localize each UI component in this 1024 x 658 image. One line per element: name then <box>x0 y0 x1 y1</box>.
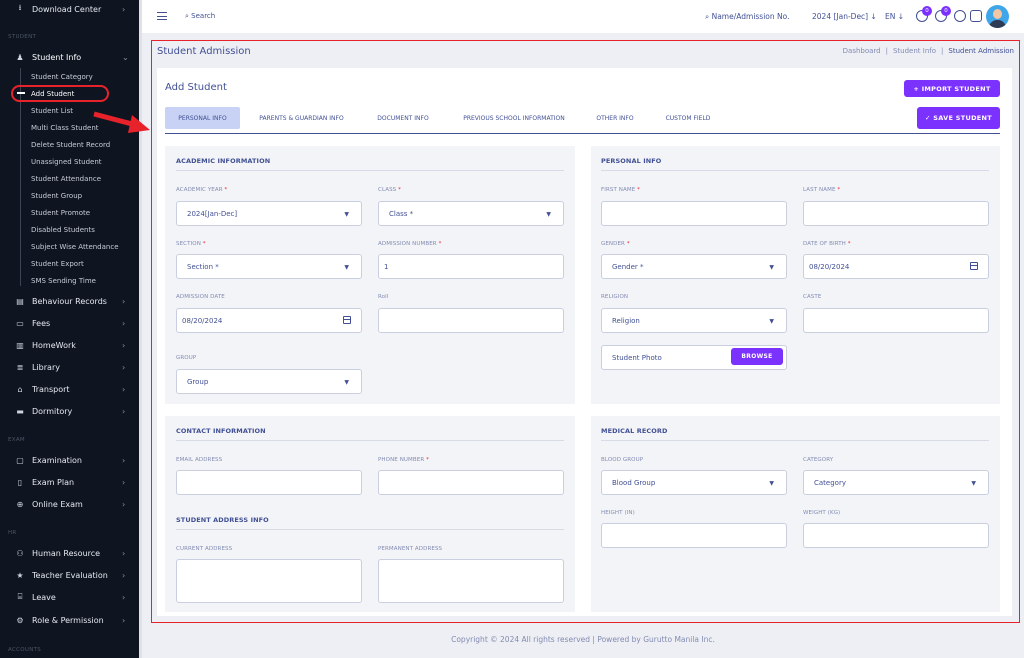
arrow-down-icon: ↓ <box>870 12 877 21</box>
sidebar-item-behaviour[interactable]: ▤ Behaviour Records › <box>0 292 139 310</box>
sidebar-item-homework[interactable]: ▥ HomeWork › <box>0 336 139 354</box>
sidebar-subitem-student-list[interactable]: Student List <box>31 107 73 115</box>
chevron-right-icon: › <box>122 362 126 372</box>
sidebar-item-student-info[interactable]: ♟ Student Info ⌄ <box>0 48 139 66</box>
sidebar-item-exam-plan[interactable]: ▯ Exam Plan › <box>0 473 139 491</box>
sidebar-subitem-group[interactable]: Student Group <box>31 192 82 200</box>
sidebar-item-fees[interactable]: ▭ Fees › <box>0 314 139 332</box>
sidebar-subitem-student-category[interactable]: Student Category <box>31 73 93 81</box>
search-box[interactable]: ⌕ Search <box>185 12 215 21</box>
highlight-circle <box>11 85 109 102</box>
section-label: HR <box>8 530 17 536</box>
avatar-body <box>989 20 1006 28</box>
sidebar-item-transport[interactable]: ⌂ Transport › <box>0 380 139 398</box>
sidebar-scrollbar[interactable] <box>139 0 142 658</box>
sidebar-subitem-export[interactable]: Student Export <box>31 260 84 268</box>
sidebar-subitem-sms-time[interactable]: SMS Sending Time <box>31 277 96 285</box>
chevron-right-icon: › <box>122 340 126 350</box>
sidebar-item-online-exam[interactable]: ⊕ Online Exam › <box>0 495 139 513</box>
topbar: ⌕ Search ⌕ Name/Admission No. 2024 [Jan-… <box>142 0 1024 34</box>
chevron-right-icon: › <box>122 570 126 580</box>
sidebar-subitem-subject-attendance[interactable]: Subject Wise Attendance <box>31 243 119 251</box>
chevron-right-icon: › <box>122 455 126 465</box>
sidebar-item-dormitory[interactable]: ▬ Dormitory › <box>0 402 139 420</box>
student-icon: ♟ <box>16 52 24 62</box>
chevron-right-icon: › <box>122 499 126 509</box>
chevron-down-icon: ⌄ <box>122 52 129 62</box>
bus-icon: ⌂ <box>17 384 23 394</box>
avatar[interactable] <box>986 5 1009 28</box>
people-icon: ⚇ <box>16 548 24 558</box>
gear-icon: ⚙ <box>16 615 24 625</box>
sidebar-item-library[interactable]: ≣ Library › <box>0 358 139 376</box>
section-label: ACCOUNTS <box>8 647 42 653</box>
app-icon[interactable] <box>970 10 982 22</box>
chevron-right-icon: › <box>122 406 126 416</box>
leave-icon: ⌸ <box>17 592 23 601</box>
globe-icon[interactable] <box>954 10 966 22</box>
sidebar-item-download-center[interactable]: ⭳ Download Center › <box>0 0 139 18</box>
menu-toggle-icon[interactable] <box>157 12 167 20</box>
sidebar-item-role-permission[interactable]: ⚙ Role & Permission › <box>0 611 139 629</box>
chevron-right-icon: › <box>122 384 126 394</box>
section-label: EXAM <box>8 437 25 443</box>
search-icon: ⌕ <box>705 12 712 21</box>
chevron-right-icon: › <box>122 592 126 602</box>
sidebar-item-leave[interactable]: ⌸ Leave › <box>0 588 139 606</box>
sidebar-item-examination[interactable]: ▢ Examination › <box>0 451 139 469</box>
sidebar-item-human-resource[interactable]: ⚇ Human Resource › <box>0 544 139 562</box>
fees-icon: ▭ <box>16 318 24 328</box>
sidebar: ⭳ Download Center › STUDENT ♟ Student In… <box>0 0 139 658</box>
name-search-box[interactable]: ⌕ Name/Admission No. <box>705 12 789 22</box>
records-icon: ▤ <box>16 296 24 306</box>
sidebar-subitem-delete-record[interactable]: Delete Student Record <box>31 141 110 149</box>
library-icon: ≣ <box>16 362 24 372</box>
highlight-arrow <box>93 111 150 133</box>
chevron-right-icon: › <box>122 296 126 306</box>
chevron-right-icon: › <box>122 477 126 487</box>
bed-icon: ▬ <box>16 406 24 416</box>
chevron-right-icon: › <box>122 4 126 14</box>
language-select[interactable]: EN ↓ <box>885 12 904 21</box>
chevron-right-icon: › <box>122 615 126 625</box>
footer: Copyright © 2024 All rights reserved | P… <box>451 635 715 644</box>
highlight-box <box>151 40 1020 623</box>
session-select[interactable]: 2024 [Jan-Dec] ↓ <box>812 12 877 21</box>
section-label: STUDENT <box>8 34 37 40</box>
sidebar-subitem-attendance[interactable]: Student Attendance <box>31 175 101 183</box>
plan-icon: ▯ <box>17 477 23 487</box>
sidebar-subitem-disabled[interactable]: Disabled Students <box>31 226 95 234</box>
sidebar-subitem-promote[interactable]: Student Promote <box>31 209 90 217</box>
sidebar-subitem-multi-class[interactable]: Multi Class Student <box>31 124 99 132</box>
sidebar-subitem-unassigned[interactable]: Unassigned Student <box>31 158 102 166</box>
sidebar-item-teacher-evaluation[interactable]: ★ Teacher Evaluation › <box>0 566 139 584</box>
exam-icon: ▢ <box>16 455 24 465</box>
avatar-face <box>993 9 1002 19</box>
book-icon: ▥ <box>16 340 24 350</box>
arrow-down-icon: ↓ <box>897 12 905 21</box>
star-icon: ★ <box>16 570 24 580</box>
chat-badge: 0 <box>922 6 932 16</box>
chevron-right-icon: › <box>122 318 126 328</box>
notification-badge: 0 <box>941 6 951 16</box>
globe-icon: ⊕ <box>16 499 24 509</box>
chevron-right-icon: › <box>122 548 126 558</box>
download-icon: ⭳ <box>18 3 22 12</box>
